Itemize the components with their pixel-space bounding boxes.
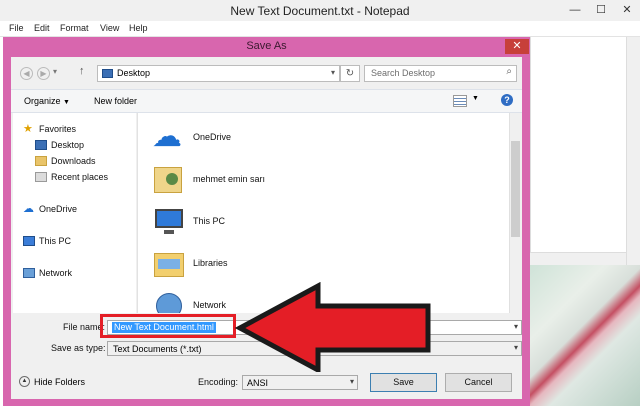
user-folder-icon xyxy=(152,163,186,195)
nav-network[interactable]: Network xyxy=(23,265,72,281)
list-item[interactable]: Libraries xyxy=(152,243,228,283)
network-icon xyxy=(23,268,35,278)
list-item[interactable]: Network xyxy=(152,285,226,313)
organize-button[interactable]: Organize ▼ xyxy=(24,96,70,106)
desktop-icon xyxy=(35,140,47,150)
menu-view[interactable]: View xyxy=(100,23,119,33)
nav-network-label: Network xyxy=(39,268,73,278)
up-icon[interactable]: ↑ xyxy=(79,65,85,77)
chevron-down-icon: ▾ xyxy=(513,343,518,352)
file-name-label: OneDrive xyxy=(193,132,232,142)
menu-file[interactable]: File xyxy=(9,23,24,33)
file-name-label: This PC xyxy=(193,216,226,226)
chevron-down-icon: ▼ xyxy=(63,99,70,106)
dialog-title: Save As xyxy=(246,40,287,52)
nav-desktop-label: Desktop xyxy=(51,140,85,150)
view-options-icon[interactable] xyxy=(453,95,467,107)
address-bar[interactable]: Desktop ▾ xyxy=(97,65,340,82)
search-icon[interactable]: ⌕ xyxy=(506,66,512,77)
chevron-down-icon[interactable]: ▾ xyxy=(331,68,335,77)
list-item[interactable]: mehmet emin sarı xyxy=(152,159,265,199)
file-name-field-label: File name: xyxy=(63,322,106,332)
red-arrow-icon xyxy=(234,282,431,372)
notepad-text-area[interactable] xyxy=(530,37,640,265)
save-as-type-label: Save as type: xyxy=(51,343,106,353)
desktop-wallpaper xyxy=(530,265,640,406)
notepad-title: New Text Document.txt - Notepad xyxy=(230,4,410,18)
organize-label: Organize xyxy=(24,96,61,106)
list-item[interactable]: ☁ OneDrive xyxy=(152,117,231,157)
file-name-label: Libraries xyxy=(193,258,228,268)
encoding-select[interactable]: ANSI ▾ xyxy=(242,375,358,390)
new-folder-button[interactable]: New folder xyxy=(94,96,137,106)
nav-onedrive-label: OneDrive xyxy=(39,204,78,214)
refresh-icon[interactable]: ↻ xyxy=(340,65,360,82)
list-item[interactable]: This PC xyxy=(152,201,225,241)
nav-recent-places-label: Recent places xyxy=(51,172,109,182)
highlight-box xyxy=(100,314,236,338)
nav-onedrive[interactable]: ☁ OneDrive xyxy=(23,201,77,217)
hide-folders-button[interactable]: ▲ Hide Folders xyxy=(19,376,85,387)
notepad-vertical-scrollbar[interactable] xyxy=(626,37,640,265)
save-as-type-value: Text Documents (*.txt) xyxy=(113,344,202,354)
chevron-down-icon[interactable]: ▼ xyxy=(472,95,479,102)
computer-icon xyxy=(152,205,186,237)
file-name-label: mehmet emin sarı xyxy=(193,174,266,184)
nav-desktop[interactable]: Desktop xyxy=(35,137,84,153)
search-placeholder: Search Desktop xyxy=(371,68,436,78)
scrollbar-thumb[interactable] xyxy=(511,141,520,237)
navigation-pane: ★ Favorites Desktop Downloads Recent pla… xyxy=(13,113,136,313)
menu-help[interactable]: Help xyxy=(129,23,148,33)
hide-folders-label: Hide Folders xyxy=(34,376,86,387)
help-icon[interactable]: ? xyxy=(501,94,513,106)
address-text: Desktop xyxy=(117,68,151,78)
nav-favorites[interactable]: ★ Favorites xyxy=(23,121,76,137)
nav-favorites-label: Favorites xyxy=(39,124,77,134)
notepad-titlebar: New Text Document.txt - Notepad — ☐ ✕ xyxy=(0,0,640,21)
command-toolbar: Organize ▼ New folder ▼ ? xyxy=(11,89,522,113)
star-icon: ★ xyxy=(23,123,33,135)
nav-recent-places[interactable]: Recent places xyxy=(35,169,108,185)
encoding-label: Encoding: xyxy=(198,377,239,387)
recent-locations-icon[interactable]: ▾ xyxy=(53,67,57,76)
search-input[interactable]: Search Desktop ⌕ xyxy=(364,65,517,82)
chevron-down-icon: ▾ xyxy=(349,377,354,386)
nav-downloads[interactable]: Downloads xyxy=(35,153,96,169)
cloud-icon: ☁ xyxy=(23,203,34,215)
chevron-up-icon: ▲ xyxy=(19,376,30,387)
cloud-icon: ☁ xyxy=(152,120,182,153)
cancel-button[interactable]: Cancel xyxy=(445,373,512,392)
menu-edit[interactable]: Edit xyxy=(34,23,50,33)
downloads-folder-icon xyxy=(35,156,47,166)
notepad-horizontal-scrollbar[interactable] xyxy=(530,252,626,265)
save-button[interactable]: Save xyxy=(370,373,437,392)
chevron-down-icon[interactable]: ▾ xyxy=(514,322,518,331)
notepad-menubar: File Edit Format View Help xyxy=(0,21,640,37)
maximize-button[interactable]: ☐ xyxy=(588,0,614,20)
file-name-label: Network xyxy=(193,300,227,310)
nav-this-pc-label: This PC xyxy=(39,236,72,246)
nav-downloads-label: Downloads xyxy=(51,156,96,166)
network-icon xyxy=(152,289,186,313)
dialog-close-button[interactable]: ✕ xyxy=(505,39,529,54)
back-icon[interactable]: ◀ xyxy=(20,67,33,80)
notepad-close-button[interactable]: ✕ xyxy=(614,0,640,20)
forward-icon[interactable]: ▶ xyxy=(37,67,50,80)
encoding-value: ANSI xyxy=(247,378,269,388)
desktop-folder-icon xyxy=(102,69,113,78)
libraries-icon xyxy=(152,247,186,279)
minimize-button[interactable]: — xyxy=(562,0,588,20)
recent-places-icon xyxy=(35,172,47,182)
nav-this-pc[interactable]: This PC xyxy=(23,233,71,249)
computer-icon xyxy=(23,236,35,246)
menu-format[interactable]: Format xyxy=(60,23,89,33)
